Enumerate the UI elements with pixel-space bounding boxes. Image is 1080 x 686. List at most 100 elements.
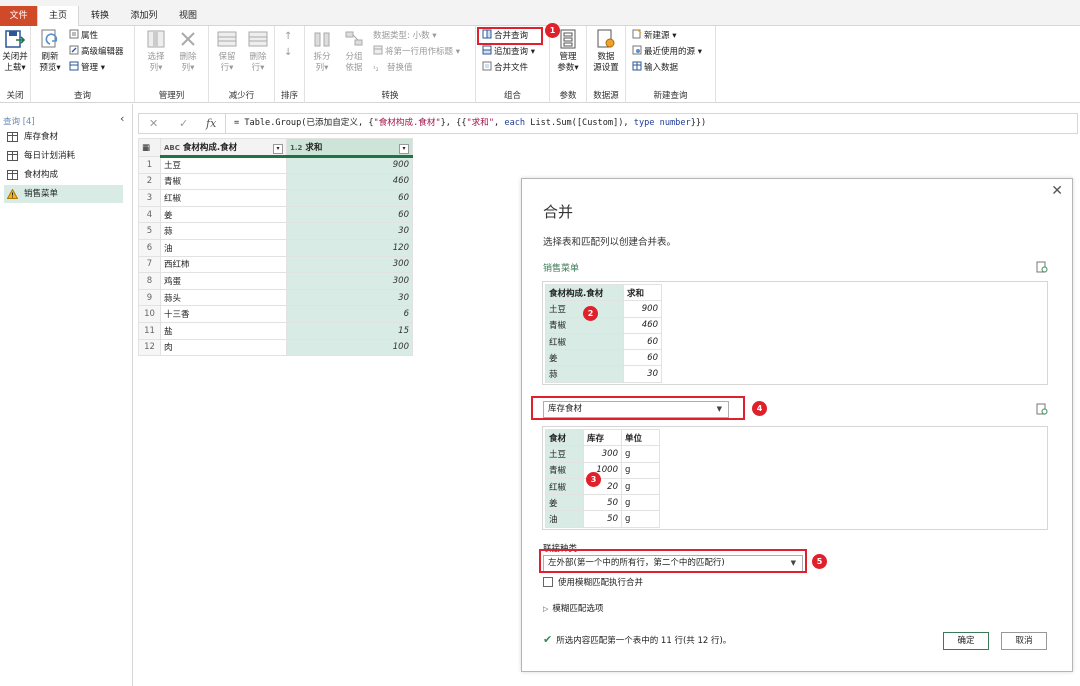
cell-ingredient[interactable]: 蒜: [160, 222, 287, 240]
keep-rows-button[interactable]: 保留 行▾: [212, 28, 242, 74]
preview2-header-unit[interactable]: 单位: [621, 428, 660, 447]
close-and-load-button[interactable]: 关闭并 上载▾: [0, 28, 30, 74]
enter-data-button[interactable]: 输入数据: [632, 61, 678, 76]
cancel-button[interactable]: 取消: [1001, 632, 1047, 650]
combine-files-label: 合并文件: [494, 63, 529, 73]
cell-sum[interactable]: 30: [286, 288, 413, 307]
table-row[interactable]: 2 青椒 460: [138, 172, 413, 191]
table-row[interactable]: 1 土豆 900: [138, 156, 413, 174]
query-item-sales-menu[interactable]: 销售菜单: [4, 185, 123, 203]
query-item-inventory[interactable]: 库存食材: [4, 128, 123, 146]
remove-rows-button[interactable]: 删除 行▾: [243, 28, 273, 74]
group-by-button[interactable]: 分组 依据: [339, 28, 369, 74]
new-source-button[interactable]: 新建源 ▾: [632, 29, 676, 44]
filter-dropdown-icon[interactable]: ▾: [399, 143, 409, 154]
cell-ingredient[interactable]: 鸡蛋: [160, 272, 287, 290]
refresh-label: 刷新: [41, 52, 59, 62]
preview2-header-ingredient[interactable]: 食材: [545, 428, 584, 447]
tab-home[interactable]: 主页: [37, 6, 79, 27]
preview1-header-ingredient[interactable]: 食材构成.食材: [545, 283, 624, 302]
table-row[interactable]: 3 红椒 60: [138, 189, 413, 207]
use-first-row-button[interactable]: 将第一行用作标题 ▾: [373, 45, 460, 60]
refresh-preview-icon[interactable]: [1036, 261, 1048, 273]
sort-descending-icon[interactable]: ↓: [284, 45, 292, 60]
row-number: 5: [138, 222, 161, 240]
choose-columns-button[interactable]: 选择 列▾: [141, 28, 171, 74]
dialog-subtitle: 选择表和匹配列以创建合并表。: [543, 237, 677, 248]
refresh-preview-icon[interactable]: [1036, 403, 1048, 415]
append-queries-button[interactable]: 追加查询 ▾: [482, 45, 535, 60]
split-column-button[interactable]: 拆分 列▾: [307, 28, 337, 74]
group-label-sort: 排序: [280, 91, 298, 101]
table-row[interactable]: 10 十三香 6: [138, 305, 413, 323]
confirm-formula-icon[interactable]: ✓: [179, 117, 188, 130]
cell-ingredient[interactable]: 油: [160, 238, 287, 257]
grid-corner-icon[interactable]: ▦: [138, 138, 161, 157]
close-icon[interactable]: ✕: [1051, 183, 1063, 199]
collapse-pane-icon[interactable]: ‹: [120, 112, 124, 125]
cell-sum[interactable]: 60: [286, 189, 413, 207]
formula-input[interactable]: = Table.Group(已添加自定义, {"食材构成.食材"}, {{"求和…: [226, 113, 1078, 134]
column-header-label: 求和: [305, 142, 323, 153]
cell-sum[interactable]: 120: [286, 238, 413, 257]
table-row[interactable]: 7 西红柿 300: [138, 255, 413, 274]
cell-sum[interactable]: 6: [286, 305, 413, 323]
preview1-header-sum[interactable]: 求和: [623, 283, 662, 302]
query-item-ingredients[interactable]: 食材构成: [4, 166, 123, 184]
table-row[interactable]: 6 油 120: [138, 238, 413, 257]
sort-ascending-icon[interactable]: ↑: [284, 29, 292, 44]
cell-ingredient[interactable]: 青椒: [160, 172, 287, 191]
remove-columns-label2: 列▾: [181, 63, 195, 73]
cell-sum[interactable]: 300: [286, 255, 413, 274]
column-header-ingredient[interactable]: ABC 食材构成.食材 ▾: [160, 138, 287, 158]
cell-ingredient[interactable]: 西红柿: [160, 255, 287, 274]
tab-add-column[interactable]: 添加列: [121, 6, 167, 26]
manage-button[interactable]: 管理 ▾: [69, 61, 105, 76]
text-type-icon[interactable]: ABC: [164, 144, 180, 152]
checkbox-box[interactable]: [543, 577, 553, 587]
tab-view[interactable]: 视图: [170, 6, 206, 26]
cell-sum[interactable]: 300: [286, 272, 413, 290]
query-item-daily-consumption[interactable]: 每日计划消耗: [4, 147, 123, 165]
refresh-preview-button[interactable]: 刷新 预览▾: [35, 28, 65, 74]
cell-sum[interactable]: 30: [286, 222, 413, 240]
cell-ingredient[interactable]: 姜: [160, 205, 287, 224]
combine-files-button[interactable]: 合并文件: [482, 61, 528, 76]
recent-sources-button[interactable]: 最近使用的源 ▾: [632, 45, 702, 60]
cell-ingredient[interactable]: 土豆: [160, 156, 287, 174]
fuzzy-match-checkbox[interactable]: 使用模糊匹配执行合并: [543, 576, 643, 588]
cell-ingredient[interactable]: 肉: [160, 338, 287, 357]
data-source-settings-button[interactable]: 数据 源设置: [591, 28, 621, 74]
cell-sum[interactable]: 60: [286, 205, 413, 224]
cell-ingredient[interactable]: 蒜头: [160, 288, 287, 307]
tab-transform[interactable]: 转换: [81, 6, 119, 26]
cell-sum[interactable]: 900: [286, 156, 413, 174]
table-row[interactable]: 11 盐 15: [138, 321, 413, 340]
cell-ingredient[interactable]: 红椒: [160, 189, 287, 207]
cell-sum[interactable]: 15: [286, 321, 413, 340]
filter-dropdown-icon[interactable]: ▾: [273, 143, 283, 154]
ok-button[interactable]: 确定: [943, 632, 989, 650]
preview2-header-stock[interactable]: 库存: [583, 428, 622, 447]
row-number: 8: [138, 272, 161, 290]
tab-file[interactable]: 文件: [0, 6, 37, 26]
fuzzy-options-toggle[interactable]: ▷ 模糊匹配选项: [543, 602, 603, 614]
fx-icon[interactable]: fx: [206, 117, 216, 130]
cell-sum[interactable]: 100: [286, 338, 413, 357]
table-row[interactable]: 12 肉 100: [138, 338, 413, 357]
properties-button[interactable]: 属性: [69, 29, 98, 44]
table-row[interactable]: 5 蒜 30: [138, 222, 413, 240]
table-row[interactable]: 8 鸡蛋 300: [138, 272, 413, 290]
data-type-dropdown[interactable]: 数据类型: 小数 ▾: [373, 29, 437, 44]
remove-columns-button[interactable]: 删除 列▾: [173, 28, 203, 74]
table-row[interactable]: 9 蒜头 30: [138, 288, 413, 307]
replace-values-button[interactable]: ¹₂ 替换值: [373, 61, 413, 76]
cell-sum[interactable]: 460: [286, 172, 413, 191]
decimal-type-icon[interactable]: 1.2: [290, 144, 302, 152]
advanced-editor-button[interactable]: 高级编辑器: [69, 45, 124, 60]
column-header-sum[interactable]: 1.2 求和 ▾: [286, 138, 413, 158]
cell-ingredient[interactable]: 盐: [160, 321, 287, 340]
table-row[interactable]: 4 姜 60: [138, 205, 413, 224]
cell-ingredient[interactable]: 十三香: [160, 305, 287, 323]
cancel-formula-icon[interactable]: ✕: [149, 117, 158, 130]
